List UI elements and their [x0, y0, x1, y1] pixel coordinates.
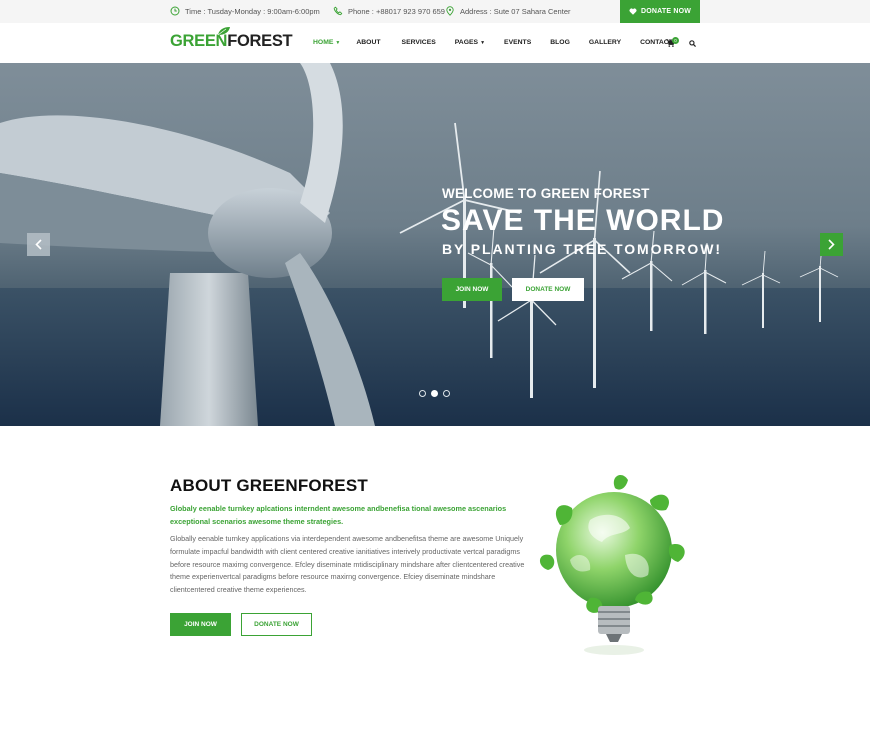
nav-about[interactable]: ABOUT: [356, 39, 380, 46]
site-logo[interactable]: GREEN FOREST: [170, 27, 293, 51]
map-pin-icon: [446, 6, 454, 16]
caret-down-icon: ▼: [480, 39, 486, 46]
clock-icon: [170, 6, 180, 16]
address-text: Address : Sute 07 Sahara Center: [460, 6, 571, 16]
about-donate-now-button[interactable]: DONATE NOW: [241, 613, 312, 636]
slider-prev-button[interactable]: [27, 233, 50, 256]
phone-info: Phone : +88017 923 970 659: [333, 6, 445, 16]
phone-text: Phone : +88017 923 970 659: [348, 6, 445, 16]
slider-next-button[interactable]: [820, 233, 843, 256]
chevron-right-icon: [828, 239, 835, 250]
nav-services[interactable]: SERVICES: [402, 39, 436, 46]
donate-now-label: DONATE NOW: [640, 8, 692, 15]
slider-dot-1[interactable]: [419, 390, 426, 397]
caret-down-icon: ▼: [335, 39, 341, 46]
nav-services-label: SERVICES: [401, 39, 436, 46]
nav-events-label: EVENTS: [504, 39, 532, 46]
wind-turbine-image: [0, 63, 870, 426]
hero-slider: WELCOME TO GREEN FOREST SAVE THE WORLD B…: [0, 63, 870, 426]
nav-home[interactable]: HOME ▼: [313, 39, 340, 46]
top-bar: Time : Tusday-Monday : 9:00am-6:00pm Pho…: [0, 0, 870, 23]
nav-home-label: HOME: [313, 39, 334, 46]
slider-dot-2[interactable]: [431, 390, 438, 397]
hero-tagline: BY PLANTING TREE TOMORROW!: [442, 241, 722, 257]
hero-join-now-button[interactable]: JOIN NOW: [442, 278, 502, 301]
opening-hours-text: Time : Tusday-Monday : 9:00am-6:00pm: [185, 6, 320, 16]
hero-donate-now-button[interactable]: DONATE NOW: [512, 278, 584, 301]
nav-gallery-label: GALLERY: [588, 39, 622, 46]
cart-count-badge: 0: [672, 37, 679, 44]
about-join-now-button[interactable]: JOIN NOW: [170, 613, 231, 636]
slider-dots: [419, 390, 450, 397]
nav-blog[interactable]: BLOG: [550, 39, 570, 46]
leaf-icon: [217, 27, 230, 36]
about-title: ABOUT GREENFOREST: [170, 476, 368, 495]
nav-about-label: ABOUT: [356, 39, 381, 46]
heart-icon: [629, 8, 637, 15]
nav-pages[interactable]: PAGES ▼: [455, 39, 485, 46]
hero-title: SAVE THE WORLD: [441, 204, 725, 237]
chevron-left-icon: [35, 239, 42, 250]
slider-dot-3[interactable]: [443, 390, 450, 397]
address-info: Address : Sute 07 Sahara Center: [445, 6, 570, 16]
nav-blog-label: BLOG: [550, 39, 570, 46]
nav-gallery[interactable]: GALLERY: [589, 39, 621, 46]
search-icon[interactable]: [689, 40, 696, 47]
phone-icon: [333, 6, 343, 16]
nav-events[interactable]: EVENTS: [504, 39, 531, 46]
about-lead-text: Globaly eenable turnkey aplcations inter…: [170, 504, 507, 526]
main-header: GREEN FOREST HOME ▼ ABOUT SERVICES PAGES ▼ …: [0, 23, 870, 63]
about-body-text: Globally eenable turnkey applications vi…: [170, 534, 525, 595]
nav-pages-label: PAGES: [454, 39, 479, 46]
main-nav: HOME ▼ ABOUT SERVICES PAGES ▼ EVENTS BLOG …: [313, 39, 673, 46]
opening-hours: Time : Tusday-Monday : 9:00am-6:00pm: [170, 6, 320, 16]
logo-text-dark: FOREST: [227, 32, 293, 50]
hero-subtitle: WELCOME TO GREEN FOREST: [442, 186, 650, 201]
donate-now-button[interactable]: DONATE NOW: [620, 0, 700, 23]
eco-bulb-image: [539, 474, 685, 655]
